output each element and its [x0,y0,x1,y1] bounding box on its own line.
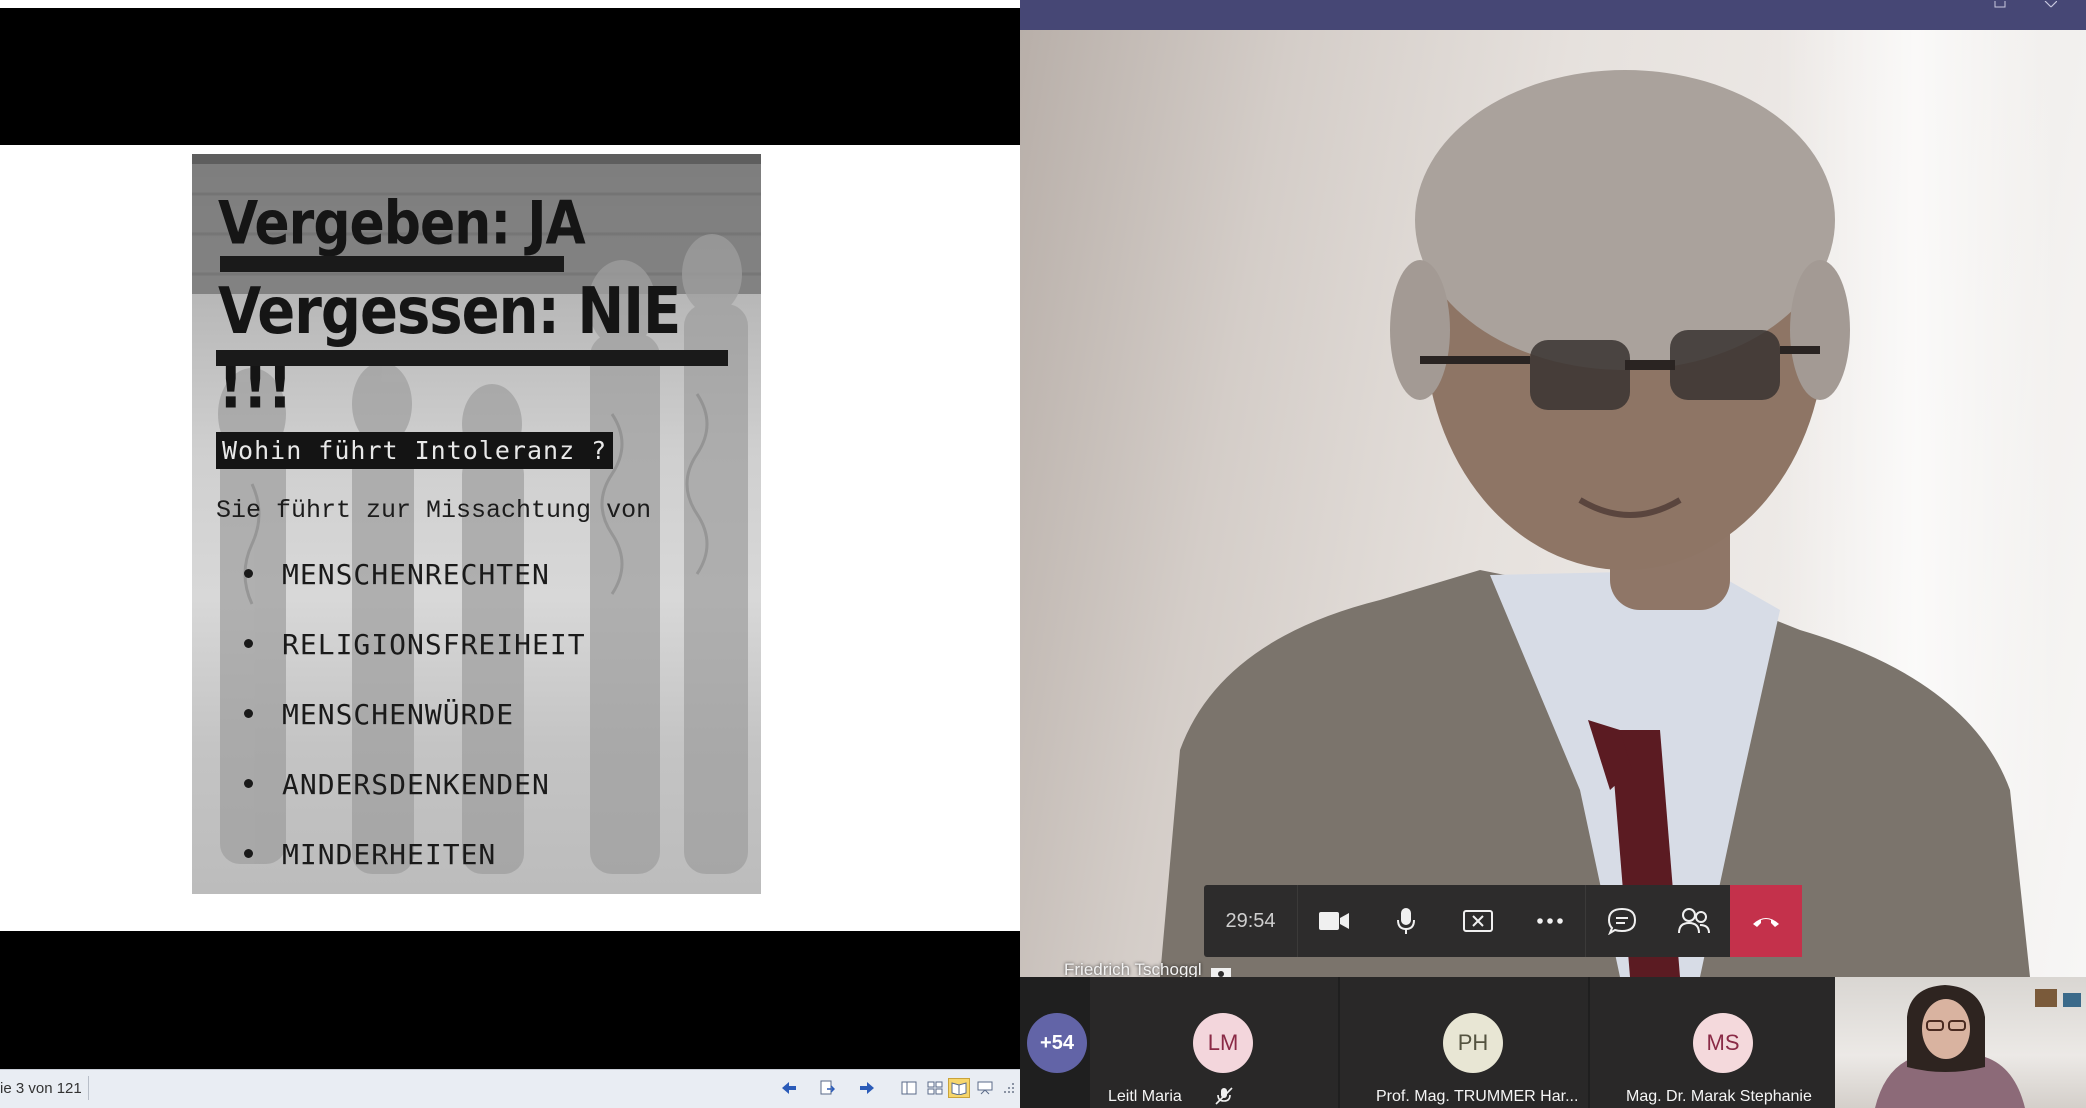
list-item-text: MINDERHEITEN [282,838,497,871]
more-actions-button[interactable] [1514,885,1586,957]
list-item: ANDERSDENKENDEN [244,768,586,838]
bullet-icon [244,569,253,578]
meeting-window: 29:54 Friedrich Tschoggl +54 LM Leitl Ma… [1020,0,2086,1108]
list-item: MINDERHEITEN [244,838,586,894]
heading-underline [220,256,564,272]
chat-button[interactable] [1586,885,1658,957]
list-item-text: ANDERSDENKENDEN [282,768,550,801]
hang-up-icon [1753,918,1779,927]
close-icon[interactable] [2032,0,2068,14]
previous-arrow-icon[interactable] [778,1078,800,1098]
avatar: MS [1693,1013,1753,1073]
poster-lead-text: Sie führt zur Missachtung von [216,496,652,525]
slideshow-icon[interactable] [974,1078,996,1098]
document-viewer: Vergeben: JA Vergessen: NIE !!! Wohin fü… [0,0,1020,1108]
next-arrow-icon[interactable] [856,1078,878,1098]
heading-underline [216,350,728,366]
poster-list: MENSCHENRECHTEN RELIGIONSFREIHEIT MENSCH… [244,558,586,894]
stop-sharing-button[interactable] [1442,885,1514,957]
maximize-icon[interactable] [1982,0,2018,14]
participant-name: Mag. Dr. Marak Stephanie [1626,1088,1812,1105]
call-controls: 29:54 [1204,885,1802,957]
chat-icon [1607,907,1637,935]
more-icon [1536,918,1563,924]
letterbox-bottom [0,931,1020,1069]
bullet-icon [244,779,253,788]
participant-name: Prof. Mag. TRUMMER Har... [1376,1088,1579,1105]
participants-button[interactable] [1658,885,1730,957]
bullet-icon [244,849,253,858]
bullet-icon [244,639,253,648]
menu-icon[interactable] [816,1078,838,1098]
slide-sorter-icon[interactable] [924,1078,946,1098]
mic-muted-icon [1215,1087,1233,1105]
presenter-icon [1211,968,1231,977]
participant-strip: +54 LM Leitl Maria PH Prof. Mag. TRUMMER… [1020,977,2086,1108]
list-item-text: MENSCHENWÜRDE [282,698,515,731]
poster-heading-forget: Vergessen: NIE !!! [218,274,681,424]
speaker-video: 29:54 Friedrich Tschoggl [1020,30,2086,977]
poster-question: Wohin führt Intoleranz ? [216,432,614,469]
microphone-button[interactable] [1370,885,1442,957]
call-timer: 29:54 [1204,885,1298,957]
bullet-icon [244,709,253,718]
page-indicator: ie 3 von 121 [0,1080,82,1097]
speaker-name-label: Friedrich Tschoggl [1064,960,1202,977]
poster-heading-forgive: Vergeben: JA [218,189,586,259]
list-item-text: RELIGIONSFREIHEIT [282,628,586,661]
avatar: LM [1193,1013,1253,1073]
list-item-text: MENSCHENRECHTEN [282,558,550,591]
list-item: MENSCHENWÜRDE [244,698,586,768]
letterbox-top [0,8,1020,145]
viewer-top-strip [0,0,1020,8]
screen: Vergeben: JA Vergessen: NIE !!! Wohin fü… [0,0,2086,1108]
hang-up-button[interactable] [1730,885,1802,957]
list-item: MENSCHENRECHTEN [244,558,586,628]
participant-tile[interactable]: MS Mag. Dr. Marak Stephanie [1588,977,1835,1108]
participant-tile[interactable]: LM Leitl Maria [1088,977,1358,1108]
camera-icon [1319,912,1349,930]
self-video-image [1875,985,2081,1108]
title-bar [1020,0,2086,30]
avatar: PH [1443,1013,1503,1073]
camera-button[interactable] [1298,885,1370,957]
resize-grip-icon[interactable] [998,1078,1020,1098]
list-item: RELIGIONSFREIHEIT [244,628,586,698]
participant-tile[interactable]: PH Prof. Mag. TRUMMER Har... [1338,977,1588,1108]
participant-name: Leitl Maria [1108,1088,1182,1105]
participants-icon [1678,908,1710,934]
speaker-silhouette [1160,70,2030,977]
reading-view-icon[interactable] [948,1078,970,1098]
self-video-preview[interactable] [1835,977,2086,1108]
status-bar: ie 3 von 121 [0,1069,1020,1108]
status-divider [88,1076,89,1100]
slide-poster: Vergeben: JA Vergessen: NIE !!! Wohin fü… [192,154,761,894]
microphone-icon [1397,908,1415,934]
normal-view-icon[interactable] [898,1078,920,1098]
stop-share-icon [1463,910,1493,932]
more-participants-badge[interactable]: +54 [1027,1013,1087,1073]
